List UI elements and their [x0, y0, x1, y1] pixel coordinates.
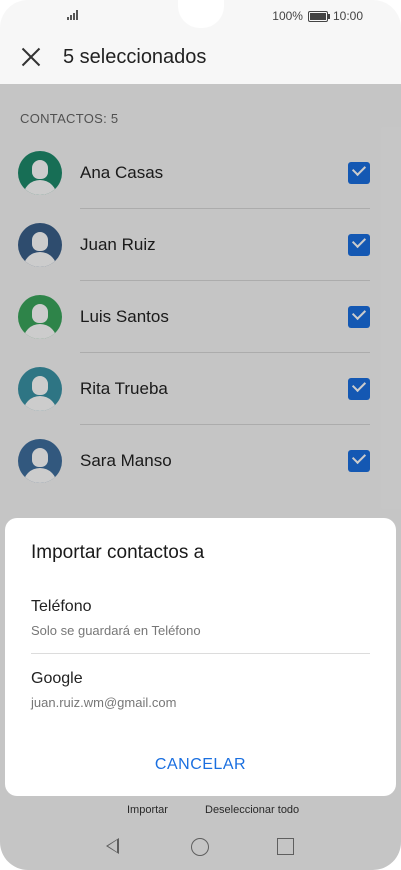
cancel-button[interactable]: CANCELAR	[5, 756, 396, 774]
import-dialog: Importar contactos a Teléfono Solo se gu…	[5, 518, 396, 796]
dialog-title: Importar contactos a	[31, 542, 205, 563]
option-phone-subtitle: Solo se guardará en Teléfono	[31, 623, 201, 638]
app-bar: 5 seleccionados	[0, 32, 401, 84]
clock: 10:00	[332, 9, 363, 23]
option-phone-title: Teléfono	[31, 598, 92, 615]
option-google-title: Google	[31, 670, 83, 687]
status-bar: 100% 10:00	[0, 0, 401, 32]
battery-icon	[307, 10, 330, 22]
option-google-subtitle: juan.ruiz.wm@gmail.com	[31, 695, 177, 710]
dialog-divider	[31, 653, 370, 654]
phone-screen: 100% 10:00 5 seleccionados CONTACTOS: 5 …	[0, 0, 401, 870]
close-icon[interactable]	[19, 45, 43, 69]
battery-percent: 100%	[272, 9, 303, 23]
status-right: 100% 10:00	[272, 9, 363, 23]
camera-notch	[178, 0, 224, 28]
signal-icon	[67, 10, 81, 20]
page-title: 5 seleccionados	[63, 46, 207, 68]
